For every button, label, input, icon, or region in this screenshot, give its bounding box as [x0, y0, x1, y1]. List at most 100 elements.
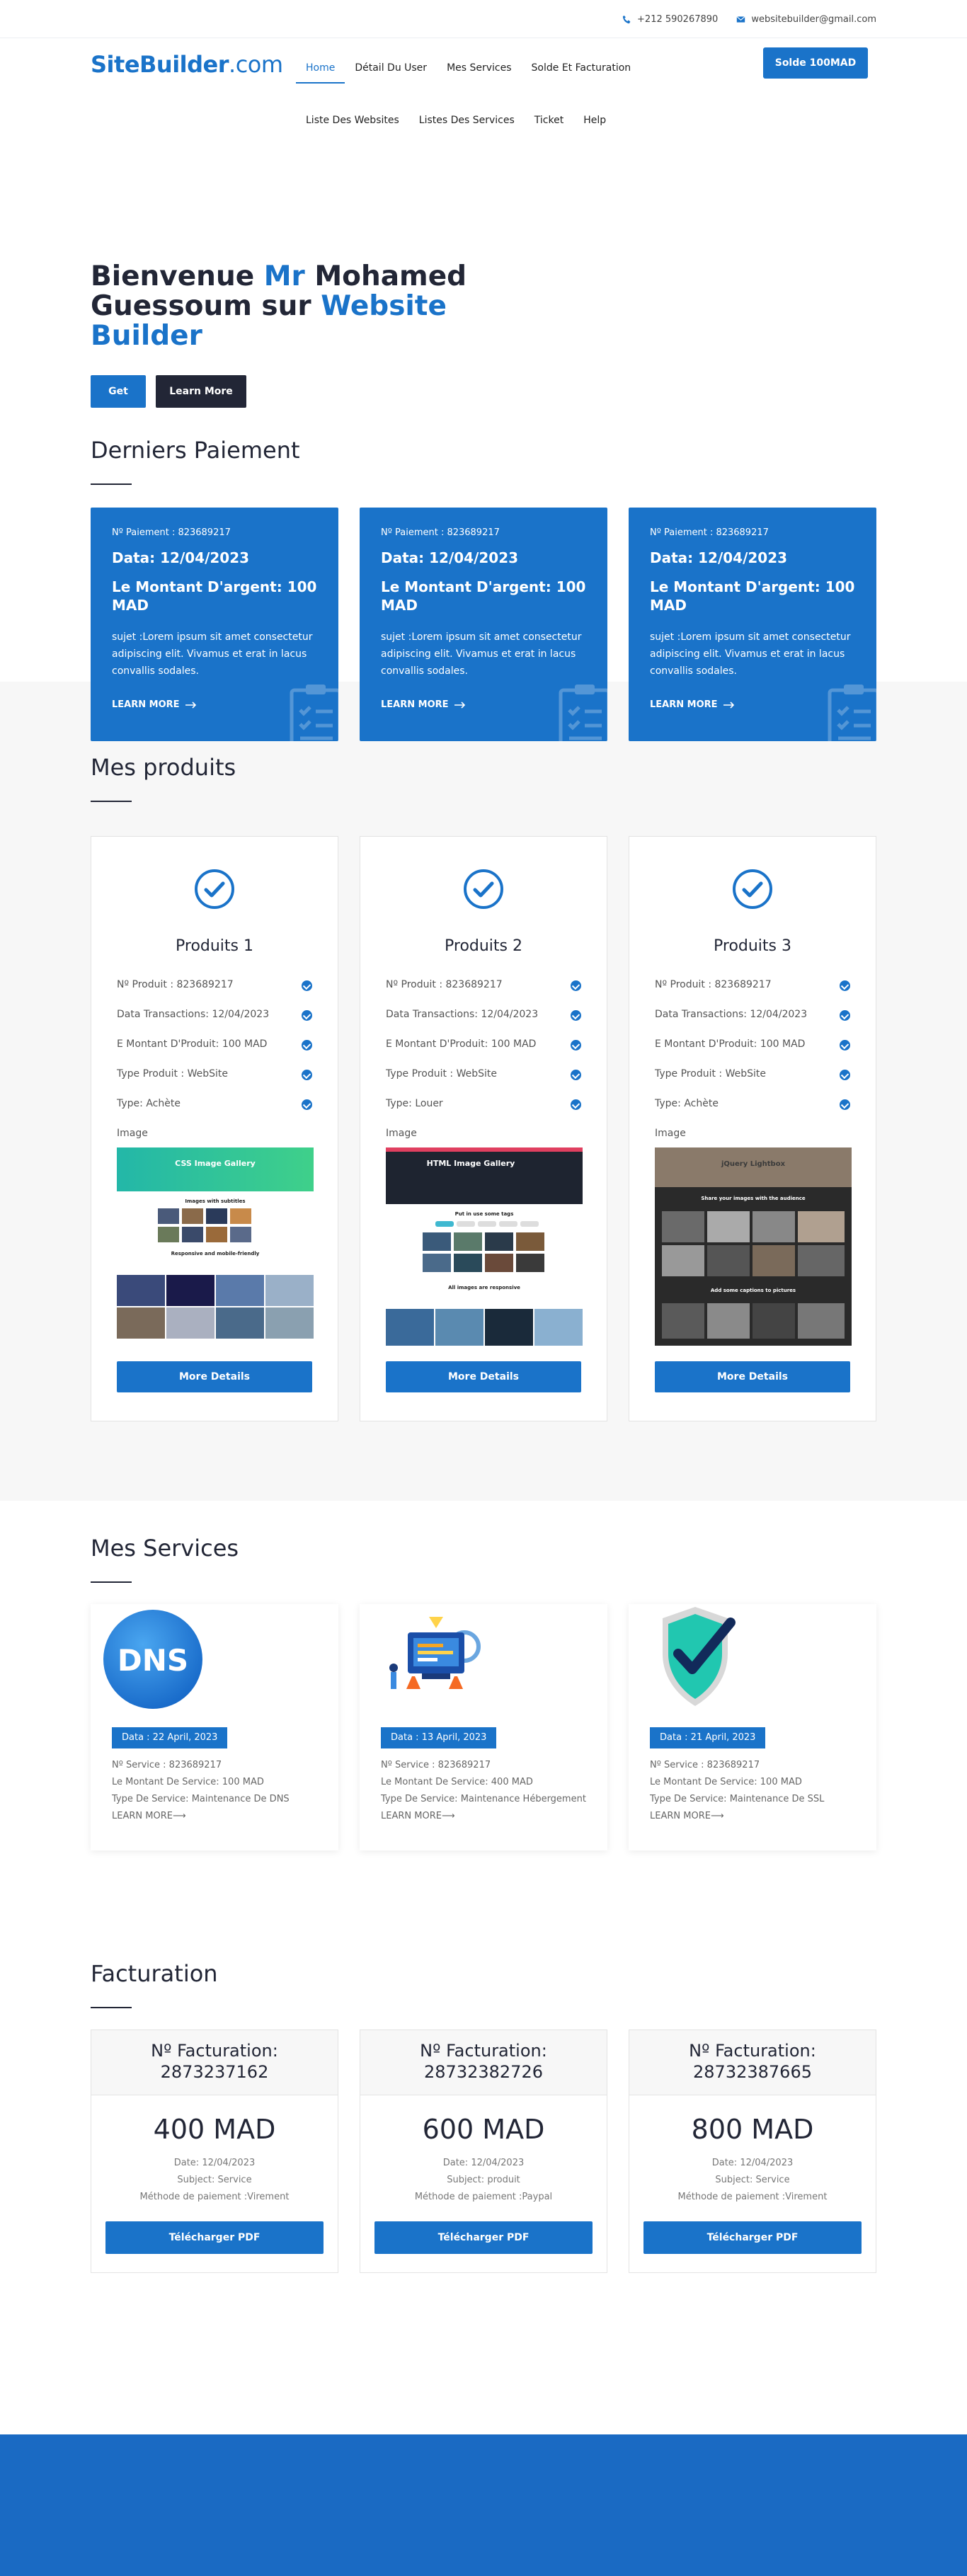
learn-more-link[interactable]: LEARN MORE	[650, 699, 855, 710]
detail-text: Data Transactions: 12/04/2023	[117, 1009, 270, 1020]
product-name: Produits 3	[714, 937, 791, 955]
check-icon	[302, 1099, 312, 1110]
payment-card: Nº Paiement : 823689217 Data: 12/04/2023…	[91, 508, 338, 741]
shot-subtitle-2: All images are responsive	[448, 1285, 520, 1290]
section-title: Mes Services	[91, 1535, 239, 1562]
learn-more-link[interactable]: LEARN MORE⟶	[650, 1808, 855, 1825]
check-icon	[840, 1040, 850, 1051]
image-label: Image	[386, 1128, 417, 1139]
invoice-label: Nº Facturation:	[151, 2041, 278, 2061]
nav-detail-user[interactable]: Détail Du User	[345, 54, 437, 82]
payment-amount: Le Montant D'argent: 100 MAD	[381, 578, 586, 614]
download-pdf-button[interactable]: Télécharger PDF	[374, 2221, 593, 2254]
product-card: Produits 1 Nº Produit : 823689217 Data T…	[91, 836, 338, 1421]
envelope-icon	[736, 16, 745, 23]
service-number: Nº Service : 823689217	[381, 1760, 491, 1770]
product-name: Produits 2	[445, 937, 522, 955]
invoice-number: 28732387665	[693, 2062, 812, 2082]
product-detail: E Montant D'Produit: 100 MAD	[655, 1038, 850, 1068]
arrow-right-icon	[454, 701, 465, 709]
download-pdf-button[interactable]: Télécharger PDF	[643, 2221, 862, 2254]
detail-text: Nº Produit : 823689217	[386, 979, 503, 990]
check-circle-icon	[195, 869, 234, 909]
invoice-date: Date: 12/04/2023	[442, 2158, 525, 2168]
product-detail: Data Transactions: 12/04/2023	[386, 1009, 581, 1038]
solde-button[interactable]: Solde 100MAD	[763, 47, 868, 79]
download-pdf-button[interactable]: Télécharger PDF	[105, 2221, 324, 2254]
detail-text: Nº Produit : 823689217	[117, 979, 234, 990]
payment-card: Nº Paiement : 823689217 Data: 12/04/2023…	[360, 508, 607, 741]
nav-listes-services[interactable]: Listes Des Services	[409, 106, 525, 134]
detail-text: Type: Achète	[655, 1098, 719, 1109]
invoice-subject: Subject: Service	[715, 2175, 790, 2185]
product-detail: E Montant D'Produit: 100 MAD	[117, 1038, 312, 1068]
nav-ticket[interactable]: Ticket	[525, 106, 573, 134]
services-section: Mes Services DNS Data : 22 April, 2023 N…	[0, 1501, 967, 1923]
phone-contact[interactable]: +212 590267890	[622, 14, 718, 25]
detail-text: Data Transactions: 12/04/2023	[655, 1009, 808, 1020]
check-icon	[840, 1010, 850, 1021]
detail-text: Data Transactions: 12/04/2023	[386, 1009, 539, 1020]
email-contact[interactable]: websitebuilder@gmail.com	[736, 14, 876, 25]
product-detail: Type: Achète	[655, 1098, 850, 1128]
get-button[interactable]: Get	[91, 375, 146, 408]
invoice-number: 28732382726	[424, 2062, 543, 2082]
invoice-header: Nº Facturation: 28732387665	[629, 2030, 876, 2095]
paiement-section: Derniers Paiement Nº Paiement : 82368921…	[0, 410, 967, 741]
learn-more-link[interactable]: LEARN MORE	[381, 699, 586, 710]
invoice-label: Nº Facturation:	[689, 2041, 816, 2061]
product-detail: Type Produit : WebSite	[655, 1068, 850, 1098]
image-label: Image	[655, 1128, 686, 1139]
detail-text: Type: Achète	[117, 1098, 181, 1109]
website-screenshot: HTML Image Gallery Put in use some tags …	[386, 1147, 583, 1346]
dns-icon: DNS	[103, 1610, 202, 1709]
payment-number: Nº Paiement : 823689217	[650, 527, 769, 538]
learn-more-button[interactable]: Learn More	[156, 375, 246, 408]
learn-more-link[interactable]: LEARN MORE⟶	[112, 1808, 317, 1825]
payment-date: Data: 12/04/2023	[650, 549, 788, 566]
site-logo[interactable]: SiteBuilder.com	[91, 51, 283, 78]
check-icon	[571, 980, 581, 991]
learn-more-link[interactable]: LEARN MORE⟶	[381, 1808, 586, 1825]
logo-main: SiteBuilder	[91, 51, 229, 78]
service-card: DNS Data : 22 April, 2023 Nº Service : 8…	[91, 1604, 338, 1850]
footer	[0, 2434, 967, 2576]
nav-help[interactable]: Help	[573, 106, 616, 134]
learn-more-label: LEARN MORE	[650, 1811, 711, 1821]
learn-more-link[interactable]: LEARN MORE	[112, 699, 317, 710]
title-underline	[91, 483, 132, 485]
product-detail: Type: Louer	[386, 1098, 581, 1128]
nav-mes-services[interactable]: Mes Services	[437, 54, 521, 82]
service-number: Nº Service : 823689217	[112, 1760, 222, 1770]
product-detail: Type Produit : WebSite	[386, 1068, 581, 1098]
payment-date: Data: 12/04/2023	[381, 549, 519, 566]
check-icon	[302, 1010, 312, 1021]
payment-subject: sujet :Lorem ipsum sit amet consectetur …	[650, 631, 851, 677]
invoice-header: Nº Facturation: 28732382726	[360, 2030, 607, 2095]
phone-icon	[622, 15, 631, 23]
product-detail: Data Transactions: 12/04/2023	[655, 1009, 850, 1038]
check-circle-icon	[733, 869, 772, 909]
product-detail: E Montant D'Produit: 100 MAD	[386, 1038, 581, 1068]
nav-solde-facturation[interactable]: Solde Et Facturation	[522, 54, 641, 82]
service-amount: Le Montant De Service: 100 MAD	[650, 1777, 802, 1787]
check-icon	[302, 980, 312, 991]
hero-section: Bienvenue Mr Mohamed Guessoum sur Websit…	[0, 180, 967, 410]
invoice-amount: 800 MAD	[691, 2114, 814, 2145]
check-icon	[840, 980, 850, 991]
shot-title: jQuery Lightbox	[721, 1160, 786, 1168]
more-details-button[interactable]: More Details	[117, 1361, 312, 1392]
nav-home[interactable]: Home	[296, 54, 345, 84]
learn-more-label: LEARN MORE	[381, 699, 449, 710]
more-details-button[interactable]: More Details	[386, 1361, 581, 1392]
section-title: Derniers Paiement	[91, 437, 300, 464]
arrow-right-icon: ⟶	[172, 1811, 186, 1821]
invoice-payment-method: Méthode de paiement :Virement	[677, 2192, 828, 2202]
nav-liste-websites[interactable]: Liste Des Websites	[296, 106, 409, 134]
check-icon	[571, 1010, 581, 1021]
learn-more-label: LEARN MORE	[112, 699, 180, 710]
detail-text: E Montant D'Produit: 100 MAD	[117, 1038, 268, 1050]
service-date-badge: Data : 22 April, 2023	[112, 1727, 228, 1748]
payment-subject: sujet :Lorem ipsum sit amet consectetur …	[381, 631, 582, 677]
more-details-button[interactable]: More Details	[655, 1361, 850, 1392]
